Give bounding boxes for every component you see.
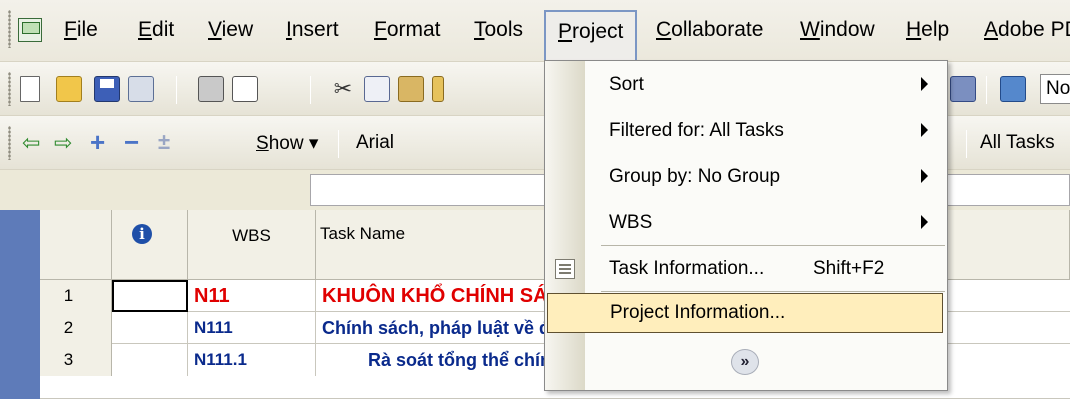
menu-view[interactable]: View xyxy=(208,18,253,42)
menu-collaborate[interactable]: Collaborate xyxy=(656,18,763,42)
menu-item-label: Task Information... xyxy=(609,258,765,279)
row-number[interactable]: 2 xyxy=(40,312,112,344)
copy-picture-icon[interactable] xyxy=(1000,76,1026,102)
indicator-cell[interactable] xyxy=(112,312,188,344)
submenu-arrow-icon xyxy=(921,169,928,183)
format-painter-icon[interactable] xyxy=(432,76,444,102)
hide-subtasks-icon[interactable]: − xyxy=(124,128,139,156)
row-number[interactable]: 3 xyxy=(40,344,112,376)
view-bar[interactable] xyxy=(0,210,40,399)
wbs-cell[interactable]: N11 xyxy=(188,280,316,312)
menu-help[interactable]: Help xyxy=(906,18,949,42)
indicator-cell[interactable] xyxy=(112,344,188,376)
save-icon[interactable] xyxy=(94,76,120,102)
menu-item-group-by[interactable]: Group by: No Group xyxy=(545,155,947,201)
menu-item-filtered-for[interactable]: Filtered for: All Tasks xyxy=(545,109,947,155)
menu-item-label: WBS xyxy=(609,212,653,233)
show-outline-button[interactable]: Show ▾ xyxy=(256,132,318,155)
menu-insert[interactable]: Insert xyxy=(286,18,339,42)
permission-icon[interactable] xyxy=(128,76,154,102)
submenu-arrow-icon xyxy=(921,77,928,91)
menu-separator xyxy=(601,291,945,292)
menu-item-project-information[interactable]: Project Information... xyxy=(547,293,943,333)
menu-item-shortcut: Shift+F2 xyxy=(813,258,885,279)
menu-item-sort[interactable]: Sort xyxy=(545,63,947,109)
menu-item-label: Group by: No Group xyxy=(609,166,781,187)
wbs-cell[interactable]: N111.1 xyxy=(188,344,316,376)
menu-item-label: Project Information... xyxy=(610,302,786,323)
indent-arrow-icon[interactable]: ⇨ xyxy=(54,130,72,156)
toolbar-grip[interactable] xyxy=(8,72,11,106)
cut-icon[interactable]: ✂ xyxy=(330,76,356,102)
menu-item-label: Filtered for: All Tasks xyxy=(609,120,784,141)
outdent-arrow-icon[interactable]: ⇦ xyxy=(22,130,40,156)
menu-separator xyxy=(601,245,945,246)
open-icon[interactable] xyxy=(56,76,82,102)
menu-tools[interactable]: Tools xyxy=(474,18,523,42)
new-icon[interactable] xyxy=(20,76,40,102)
row-number[interactable]: 1 xyxy=(40,280,112,312)
group-by-select[interactable]: No xyxy=(1040,74,1070,104)
task-information-icon xyxy=(555,259,575,279)
show-subtasks-icon[interactable]: + xyxy=(90,128,105,156)
menubar-grip[interactable] xyxy=(8,10,11,48)
wbs-column-header[interactable]: WBS xyxy=(188,210,316,280)
indicator-cell[interactable] xyxy=(112,280,188,312)
paste-icon[interactable] xyxy=(398,76,424,102)
submenu-arrow-icon xyxy=(921,123,928,137)
submenu-arrow-icon xyxy=(921,215,928,229)
menu-item-label: Sort xyxy=(609,74,644,95)
print-icon[interactable] xyxy=(198,76,224,102)
info-icon: i xyxy=(132,224,152,244)
menu-item-wbs[interactable]: WBS xyxy=(545,201,947,247)
font-select[interactable]: Arial xyxy=(348,128,548,158)
toolbar-separator xyxy=(338,130,339,158)
wbs-cell[interactable]: N111 xyxy=(188,312,316,344)
select-all-header[interactable] xyxy=(40,210,112,280)
menu-project[interactable]: Project xyxy=(544,10,637,62)
copy-icon[interactable] xyxy=(364,76,390,102)
menu-format[interactable]: Format xyxy=(374,18,441,42)
filter-select[interactable]: All Tasks xyxy=(980,132,1055,154)
menu-file[interactable]: File xyxy=(64,18,98,42)
assign-resources-icon[interactable] xyxy=(950,76,976,102)
toolbar-separator xyxy=(176,76,177,104)
toolbar-separator xyxy=(986,76,987,104)
menu-item-task-information[interactable]: Task Information... Shift+F2 xyxy=(545,247,947,293)
toolbar-separator xyxy=(310,76,311,104)
menu-window[interactable]: Window xyxy=(800,18,875,42)
show-all-subtasks-icon[interactable]: ± xyxy=(158,128,170,156)
print-preview-icon[interactable] xyxy=(232,76,258,102)
project-menu-dropdown: Sort Filtered for: All Tasks Group by: N… xyxy=(544,60,948,391)
toolbar-separator xyxy=(966,130,967,158)
expand-menu-chevron-icon[interactable]: » xyxy=(731,349,759,375)
toolbar-grip[interactable] xyxy=(8,126,11,160)
spelling-icon[interactable] xyxy=(266,76,292,102)
menu-project-label: Project xyxy=(558,20,624,43)
indicators-header[interactable]: i xyxy=(112,210,188,280)
document-icon[interactable] xyxy=(18,18,42,42)
menu-bar: File Edit View Insert Format Tools Proje… xyxy=(0,0,1070,62)
menu-edit[interactable]: Edit xyxy=(138,18,174,42)
menu-adobe-pdf[interactable]: Adobe PDF xyxy=(984,18,1070,42)
